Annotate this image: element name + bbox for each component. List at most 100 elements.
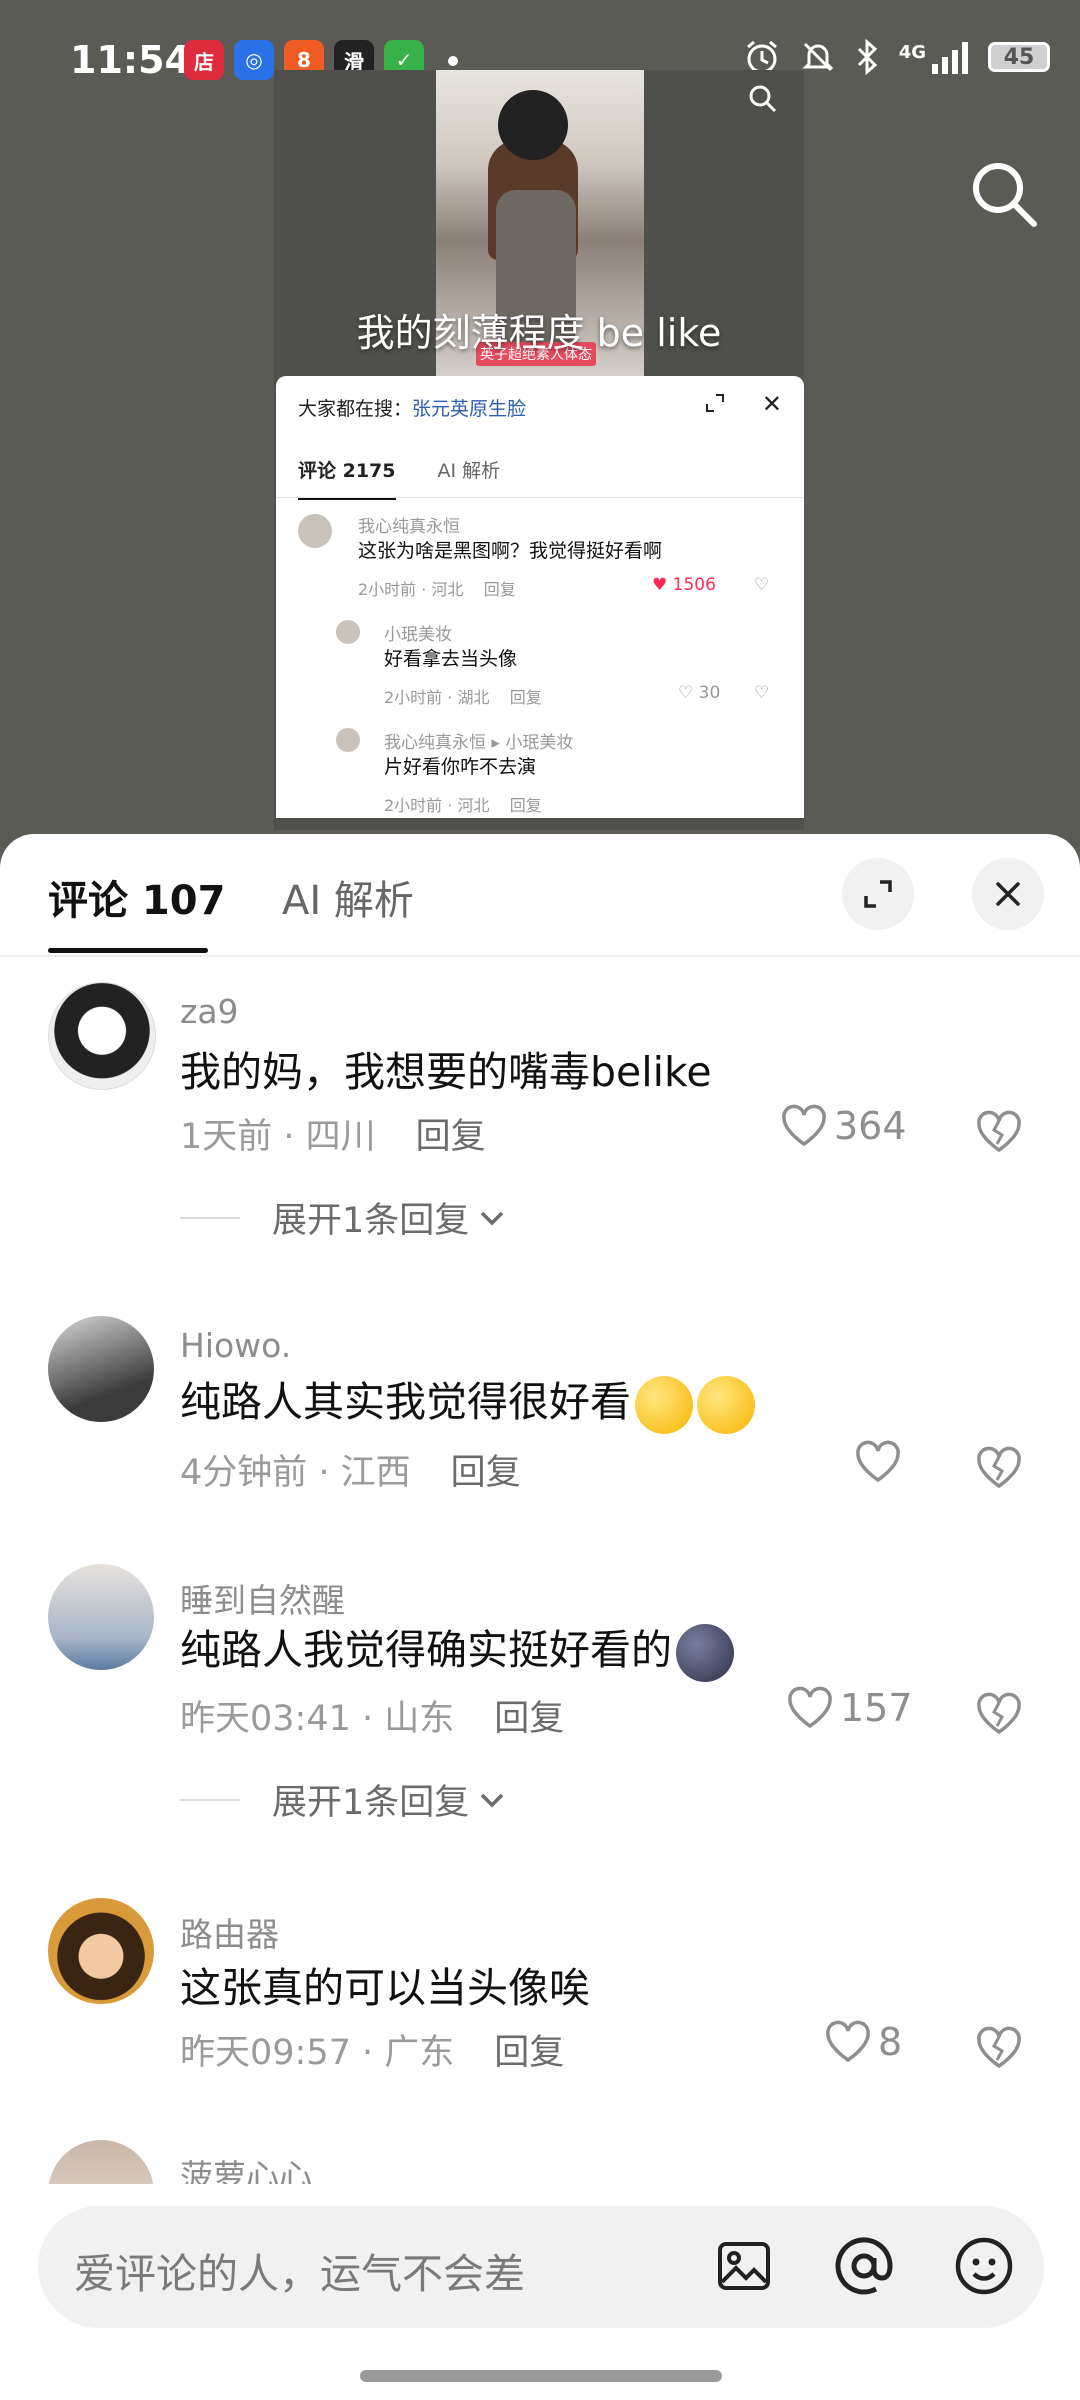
heart-icon	[788, 1686, 832, 1729]
map-app-icon: ◎	[234, 40, 274, 80]
mini-avatar	[336, 620, 360, 644]
mini-username: 小珉美妆	[384, 625, 452, 645]
like-count: 364	[834, 1104, 907, 1148]
video-search-icon	[749, 85, 777, 113]
mini-tab-ai: AI 解析	[437, 460, 501, 482]
expand-replies-label: 展开1条回复	[272, 1201, 470, 1241]
signal-icon	[932, 42, 968, 74]
mini-meta: 2小时前 · 河北 回复	[384, 796, 542, 815]
expand-icon	[864, 880, 892, 908]
mini-like-count: ♥ 1506	[652, 575, 716, 595]
heart-icon	[856, 1440, 900, 1483]
expand-replies-button[interactable]: 展开1条回复	[180, 1774, 509, 1825]
bluetooth-icon	[857, 38, 877, 76]
avatar[interactable]	[48, 1564, 154, 1670]
comment-text: 我的妈，我想要的嘴毒belike	[180, 1048, 712, 1096]
comment-username[interactable]: Hiowo.	[180, 1326, 291, 1365]
store-app-icon: 店	[184, 40, 224, 80]
image-icon[interactable]	[712, 2234, 776, 2298]
like-button[interactable]: 8	[824, 2020, 902, 2064]
comment-meta: 昨天03:41 · 山东 回复	[180, 1690, 564, 1741]
broken-heart-icon[interactable]	[974, 1442, 1024, 1492]
avatar[interactable]	[48, 1316, 154, 1422]
mini-meta: 2小时前 · 河北 回复	[358, 580, 516, 599]
photo-figure-cap	[498, 90, 568, 160]
mention-icon[interactable]	[832, 2234, 896, 2298]
comment-time-location: 昨天09:57 · 广东	[180, 2033, 455, 2073]
mini-comment-text: 片好看你咋不去演	[384, 756, 537, 778]
mini-comment-text: 好看拿去当头像	[384, 648, 518, 670]
mini-expand-icon	[706, 394, 724, 412]
mini-tab-comments: 评论 2175	[298, 456, 396, 500]
like-count: 8	[878, 2020, 903, 2064]
broken-heart-icon[interactable]	[974, 1106, 1024, 1156]
mini-search-prefix: 大家都在搜：	[298, 398, 413, 420]
network-type: 4G	[898, 41, 926, 63]
comment-time-location: 4分钟前 · 江西	[180, 1453, 411, 1493]
mini-search-hint: 大家都在搜：张元英原生脸	[298, 394, 526, 421]
like-button[interactable]	[854, 1440, 908, 1484]
tab-ai-analysis[interactable]: AI 解析	[282, 868, 414, 926]
avatar[interactable]	[48, 1898, 154, 2004]
header-divider	[0, 955, 1080, 957]
more-notifications-dot	[448, 56, 458, 66]
mini-tabs: 评论 2175 AI 解析	[298, 456, 500, 500]
mute-icon	[802, 42, 834, 72]
like-button[interactable]: 364	[780, 1104, 907, 1148]
like-count: 157	[840, 1686, 913, 1730]
mini-search-term: 张元英原生脸	[412, 398, 527, 420]
emoji-icon[interactable]	[952, 2234, 1016, 2298]
video-caption: 我的刻薄程度 be like	[356, 311, 722, 355]
reply-button[interactable]: 回复	[494, 2033, 564, 2073]
reply-button[interactable]: 回复	[451, 1453, 521, 1493]
close-button[interactable]	[972, 858, 1044, 930]
mini-username: 我心纯真永恒	[358, 517, 460, 537]
broken-heart-icon[interactable]	[974, 2022, 1024, 2072]
expand-replies-label: 展开1条回复	[272, 1783, 470, 1823]
avatar[interactable]	[48, 982, 156, 1090]
mini-dislike-icon: ♡	[754, 683, 770, 703]
comment-time-location: 昨天03:41 · 山东	[180, 1699, 455, 1739]
mini-dislike-icon: ♡	[754, 575, 770, 595]
crying-face-emoji	[697, 1376, 755, 1434]
expand-replies-button[interactable]: 展开1条回复	[180, 1192, 509, 1243]
chevron-down-icon	[481, 1211, 504, 1225]
heart-icon	[826, 2020, 870, 2063]
comment-username[interactable]: za9	[180, 992, 239, 1031]
comment-input-bar[interactable]: 爱评论的人，运气不会差	[38, 2206, 1044, 2328]
comment-text: 纯路人其实我觉得很好看	[180, 1368, 755, 1434]
close-icon	[996, 882, 1020, 906]
reply-button[interactable]: 回复	[416, 1117, 486, 1157]
expand-button[interactable]	[842, 858, 914, 930]
chevron-down-icon	[481, 1793, 504, 1807]
embedded-comment-card: 大家都在搜：张元英原生脸 ✕ 评论 2175 AI 解析 我心纯真永恒 这张为啥…	[276, 376, 804, 818]
comment-input-placeholder[interactable]: 爱评论的人，运气不会差	[74, 2240, 525, 2300]
comment-meta: 1天前 · 四川 回复	[180, 1108, 486, 1159]
comment-text: 纯路人我觉得确实挺好看的	[180, 1616, 734, 1682]
like-button[interactable]: 157	[786, 1686, 913, 1730]
mini-avatar	[298, 514, 332, 548]
mini-username: 我心纯真永恒 ▸ 小珉美妆	[384, 733, 574, 753]
comment-meta: 昨天09:57 · 广东 回复	[180, 2024, 564, 2075]
mini-like-count: ♡ 30	[678, 683, 721, 703]
active-tab-indicator	[48, 948, 208, 953]
reply-button[interactable]: 回复	[494, 1699, 564, 1739]
home-indicator[interactable]	[360, 2370, 722, 2382]
mini-avatar	[336, 728, 360, 752]
comment-meta: 4分钟前 · 江西 回复	[180, 1444, 521, 1495]
mini-close-icon: ✕	[761, 390, 782, 418]
comments-sheet: 评论 107 AI 解析 za9 我的妈，我想要的嘴毒belike 1天前 · …	[0, 834, 1080, 2400]
tab-comments[interactable]: 评论 107	[48, 868, 225, 926]
heart-icon	[782, 1104, 826, 1147]
comment-time-location: 1天前 · 四川	[180, 1117, 376, 1157]
battery-indicator: 45	[988, 42, 1050, 72]
comment-username[interactable]: 睡到自然醒	[180, 1574, 345, 1622]
expand-line	[180, 1798, 240, 1801]
comment-username[interactable]: 路由器	[180, 1908, 279, 1956]
mini-divider	[276, 497, 804, 498]
broken-heart-icon[interactable]	[974, 1688, 1024, 1738]
new-moon-face-emoji	[676, 1624, 734, 1682]
mini-meta: 2小时前 · 湖北 回复	[384, 688, 542, 707]
search-icon[interactable]	[968, 158, 1040, 230]
crying-face-emoji	[635, 1376, 693, 1434]
